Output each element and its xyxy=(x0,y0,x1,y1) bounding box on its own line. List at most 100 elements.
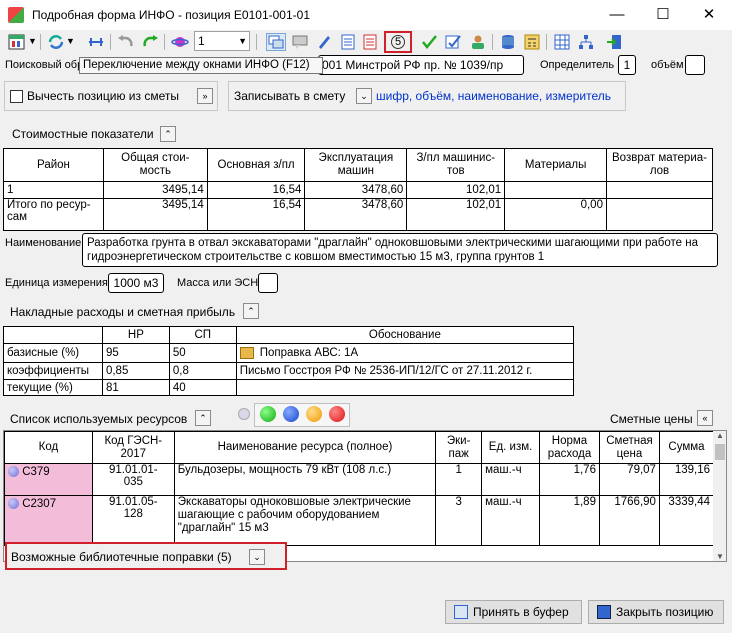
table-row[interactable]: С2307 91.01.05- 128 Экскаваторы одноковш… xyxy=(4,495,715,546)
col-header: З/пл машинис- тов xyxy=(406,148,506,182)
position-combo[interactable]: 1 ▼ xyxy=(194,31,250,51)
toolbar-separator xyxy=(110,34,111,50)
close-button[interactable]: ✕ xyxy=(686,0,732,30)
col-header: Возврат материа- лов xyxy=(605,148,714,182)
collapse-overhead-icon[interactable]: ⌃ xyxy=(243,303,259,319)
deduct-checkbox[interactable] xyxy=(10,90,23,103)
library-corrections-panel[interactable]: Возможные библиотечные поправки (5) ⌄ xyxy=(5,542,287,570)
maximize-button[interactable]: ☐ xyxy=(640,0,686,30)
cell: 1,89 xyxy=(539,495,600,546)
expand-button[interactable]: » xyxy=(197,88,213,104)
qualifier-field[interactable]: 1 xyxy=(618,55,636,75)
red-filter-icon[interactable] xyxy=(329,406,345,422)
table-row[interactable]: текущие (%) 81 40 xyxy=(3,379,575,396)
database-icon[interactable] xyxy=(498,33,518,51)
cell: 1 xyxy=(435,463,483,496)
resources-table: Код Код ГЭСН- 2017 Наименование ресурса … xyxy=(4,431,715,546)
search-input[interactable]: 001 Минстрой РФ пр. № 1039/пр xyxy=(318,55,524,75)
blue-filter-icon[interactable] xyxy=(283,406,299,422)
col-header: Материалы xyxy=(504,148,607,182)
scrollbar[interactable]: ▲ ▼ xyxy=(713,431,726,561)
unit-field[interactable]: 1000 м3 xyxy=(108,273,164,293)
scroll-up-icon[interactable]: ▲ xyxy=(713,431,726,440)
cell: 95 xyxy=(101,343,170,363)
report-icon[interactable] xyxy=(360,33,380,51)
resources-section-label: Список используемых ресурсов xyxy=(10,412,188,426)
green-filter-icon[interactable] xyxy=(260,406,276,422)
chevron-down-icon[interactable]: ▼ xyxy=(238,32,247,50)
col-header: Эксплуатация машин xyxy=(304,148,408,182)
header-text: Основная з/пл xyxy=(217,158,295,171)
cell: 16,54 xyxy=(206,181,306,199)
naming-label: Наименование xyxy=(5,237,82,249)
collapse-resources-icon[interactable]: ⌃ xyxy=(195,410,211,426)
volume-field[interactable] xyxy=(685,55,705,75)
exit-icon[interactable] xyxy=(604,33,624,51)
grid-icon[interactable] xyxy=(552,33,572,51)
qualifier-label: Определитель xyxy=(540,59,615,71)
collapse-cost-icon[interactable]: ⌃ xyxy=(160,126,176,142)
user-icon[interactable] xyxy=(468,33,488,51)
planet-icon[interactable] xyxy=(170,33,190,51)
badge-count: 5 xyxy=(390,35,406,49)
orange-filter-icon[interactable] xyxy=(306,406,322,422)
table-row[interactable]: Итого по ресур- сам 3495,14 16,54 3478,6… xyxy=(3,198,714,231)
search-label: Поисковый обр xyxy=(5,59,84,71)
undo-icon[interactable] xyxy=(116,33,136,51)
cell: 3495,14 xyxy=(102,198,208,231)
filter-none-icon[interactable] xyxy=(238,408,250,420)
book-icon xyxy=(239,346,254,359)
cell xyxy=(605,198,714,231)
dropdown-arrow-icon[interactable]: ▼ xyxy=(66,36,75,46)
close-position-button[interactable]: Закрыть позицию xyxy=(588,600,724,624)
col-header: Сметная цена xyxy=(598,431,660,464)
badge-button[interactable]: 5 xyxy=(384,31,412,53)
table-icon[interactable] xyxy=(6,33,26,51)
chevron-down-icon[interactable]: ⌄ xyxy=(356,88,372,104)
cell: Бульдозеры, мощность 79 кВт (108 л.с.) xyxy=(173,463,437,496)
prices-collapse-button[interactable]: « xyxy=(697,410,713,426)
table-row[interactable]: 1 3495,14 16,54 3478,60 102,01 xyxy=(3,181,714,199)
link-icon[interactable] xyxy=(86,33,106,51)
col-header: Код ГЭСН- 2017 xyxy=(91,431,175,464)
pen-icon[interactable] xyxy=(314,33,334,51)
table-row[interactable]: С379 91.01.01- 035 Бульдозеры, мощность … xyxy=(4,463,715,496)
cell: 50 xyxy=(168,343,237,363)
tree-icon[interactable] xyxy=(576,33,596,51)
minimize-button[interactable]: — xyxy=(594,0,640,30)
chevron-down-icon[interactable]: ⌄ xyxy=(249,549,265,565)
table-row[interactable]: базисные (%) 95 50 Поправка АВС: 1А xyxy=(3,343,575,363)
write-value[interactable]: шифр, объём, наименование, измеритель xyxy=(376,89,611,103)
refresh-icon[interactable] xyxy=(46,33,66,51)
accept-label: Принять в буфер xyxy=(473,605,569,619)
calculator-icon[interactable] xyxy=(522,33,542,51)
col-header: Обоснование xyxy=(235,326,575,344)
cell xyxy=(504,181,607,199)
cell: 0,85 xyxy=(101,362,170,380)
dropdown-arrow-icon[interactable]: ▼ xyxy=(28,36,37,46)
scroll-thumb[interactable] xyxy=(715,444,725,460)
mass-field[interactable] xyxy=(258,273,278,293)
title-bar: Подробная форма ИНФО - позиция E0101-001… xyxy=(0,0,732,30)
code-text: С2307 xyxy=(22,498,57,510)
redo-icon[interactable] xyxy=(140,33,160,51)
cell: 102,01 xyxy=(406,181,506,199)
resource-bullet-icon xyxy=(8,498,19,510)
cell: Итого по ресур- сам xyxy=(3,198,104,231)
switch-windows-icon[interactable] xyxy=(266,33,286,51)
accept-to-buffer-button[interactable]: Принять в буфер xyxy=(445,600,582,624)
comment-icon[interactable] xyxy=(290,33,310,51)
table-row[interactable]: коэффициенты 0,85 0,8 Письмо Госстроя РФ… xyxy=(3,362,575,380)
cell: 79,07 xyxy=(598,463,660,496)
col-header: СП xyxy=(168,326,237,344)
naming-field[interactable]: Разработка грунта в отвал экскаваторами … xyxy=(82,233,718,267)
scroll-down-icon[interactable]: ▼ xyxy=(713,552,726,561)
check-icon[interactable] xyxy=(420,33,440,51)
toolbar-separator xyxy=(492,34,493,50)
cell: маш.-ч xyxy=(481,495,541,546)
cell: 91.01.05- 128 xyxy=(91,495,175,546)
cost-table: Район Общая стои- мость Основная з/пл Эк… xyxy=(3,148,714,231)
edit-check-icon[interactable] xyxy=(444,33,464,51)
col-header: Ед. изм. xyxy=(481,431,541,464)
document-icon[interactable] xyxy=(338,33,358,51)
